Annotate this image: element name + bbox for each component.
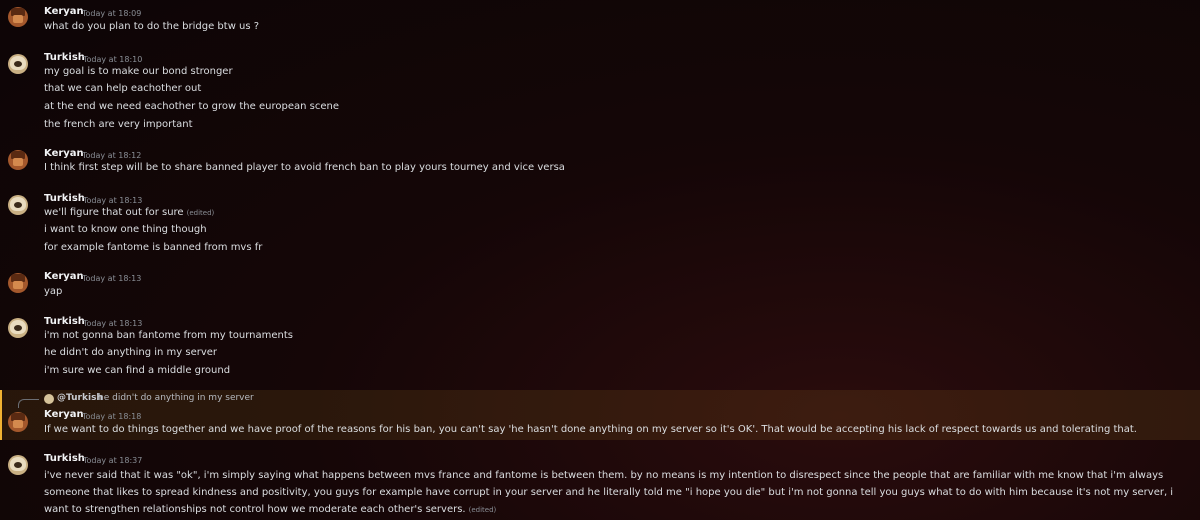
message-text: If we want to do things together and we … <box>44 424 1137 435</box>
username[interactable]: Keryan <box>44 271 84 282</box>
avatar[interactable] <box>8 150 28 170</box>
reply-preview[interactable]: he didn't do anything in my server <box>98 393 254 403</box>
message-text: for example fantome is banned from mvs f… <box>44 242 263 253</box>
username[interactable]: Keryan <box>44 409 84 420</box>
message-text: I think first step will be to share bann… <box>44 162 565 173</box>
reply-avatar[interactable] <box>44 394 54 404</box>
timestamp: Today at 18:12 <box>82 151 142 160</box>
timestamp: Today at 18:10 <box>83 55 143 64</box>
reply-username[interactable]: @Turkish <box>57 393 103 403</box>
timestamp: Today at 18:13 <box>83 319 143 328</box>
timestamp: Today at 18:37 <box>83 456 143 465</box>
avatar[interactable] <box>8 412 28 432</box>
timestamp: Today at 18:09 <box>82 9 142 18</box>
avatar[interactable] <box>8 273 28 293</box>
message-text: i'm sure we can find a middle ground <box>44 365 231 376</box>
message-text: we'll figure that out for sure (edited) <box>44 207 215 218</box>
message-text: i'm not gonna ban fantome from my tourna… <box>44 330 293 341</box>
reply-connector <box>18 399 39 408</box>
username[interactable]: Turkish <box>44 193 85 204</box>
timestamp: Today at 18:13 <box>83 196 143 205</box>
avatar[interactable] <box>8 318 28 338</box>
edited-label: (edited) <box>468 506 497 514</box>
timestamp: Today at 18:13 <box>82 274 142 283</box>
message-text: my goal is to make our bond stronger <box>44 66 233 77</box>
avatar[interactable] <box>8 54 28 74</box>
username[interactable]: Turkish <box>44 316 85 327</box>
username[interactable]: Keryan <box>44 148 84 159</box>
timestamp: Today at 18:18 <box>82 412 142 421</box>
message-text: i want to know one thing though <box>44 224 207 235</box>
message-text: yap <box>44 286 63 297</box>
message-text: i've never said that it was "ok", i'm si… <box>44 470 1174 515</box>
avatar[interactable] <box>8 455 28 475</box>
message-text: what do you plan to do the bridge btw us… <box>44 21 260 32</box>
message-text: the french are very important <box>44 119 193 130</box>
message-text: at the end we need eachother to grow the… <box>44 101 339 112</box>
mention-highlight-bar <box>0 390 2 440</box>
avatar[interactable] <box>8 7 28 27</box>
username[interactable]: Turkish <box>44 453 85 464</box>
avatar[interactable] <box>8 195 28 215</box>
edited-label: (edited) <box>186 209 215 217</box>
message-text: that we can help eachother out <box>44 83 202 94</box>
message-text: he didn't do anything in my server <box>44 347 218 358</box>
username[interactable]: Turkish <box>44 52 85 63</box>
username[interactable]: Keryan <box>44 6 84 17</box>
